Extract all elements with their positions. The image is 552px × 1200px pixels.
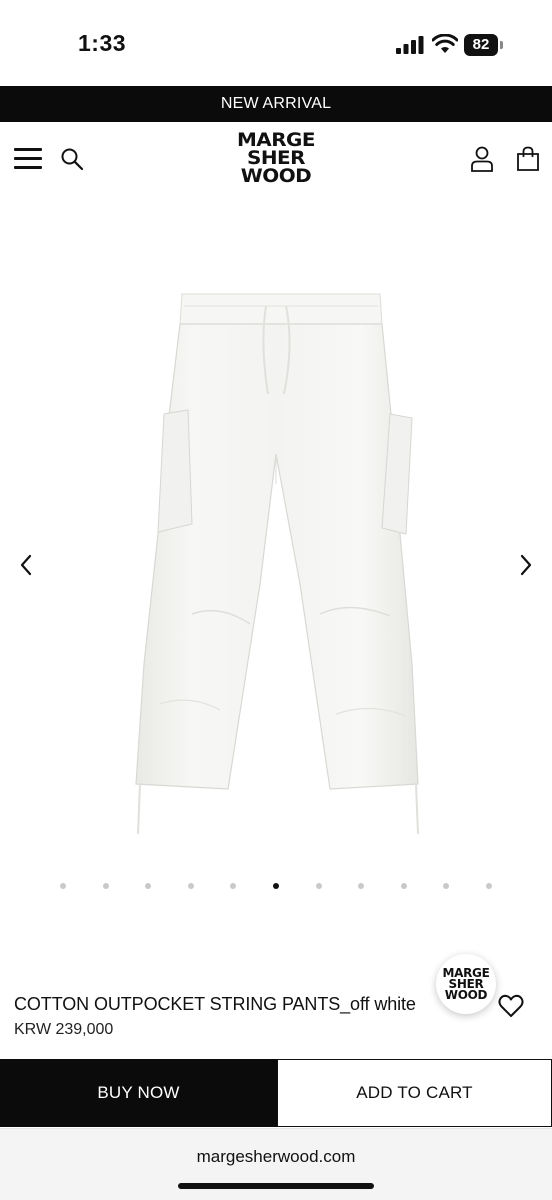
url-text[interactable]: margesherwood.com: [0, 1147, 552, 1167]
gallery-dot[interactable]: [485, 883, 492, 889]
product-price: KRW 239,000: [14, 1021, 114, 1038]
product-name: COTTON OUTPOCKET STRING PANTS_off white: [14, 994, 416, 1014]
browser-url-bar[interactable]: margesherwood.com: [0, 1128, 552, 1200]
menu-icon[interactable]: [14, 148, 42, 170]
wifi-icon: [432, 34, 458, 53]
shopping-bag-icon[interactable]: [516, 146, 540, 172]
chevron-right-icon[interactable]: [514, 550, 538, 580]
battery-level: 82: [464, 34, 498, 56]
chat-logo-line-3: WOOD: [444, 988, 488, 1002]
gallery-dot[interactable]: [145, 883, 152, 889]
gallery-dot[interactable]: [187, 883, 194, 889]
announcement-banner[interactable]: NEW ARRIVAL: [0, 86, 552, 122]
gallery-dot[interactable]: [443, 883, 450, 889]
search-icon[interactable]: [60, 147, 84, 171]
product-gallery[interactable]: [0, 194, 552, 954]
add-to-cart-button[interactable]: ADD TO CART: [277, 1059, 552, 1127]
gallery-dot[interactable]: [102, 883, 109, 889]
brand-logo[interactable]: MARGE SHER WOOD: [226, 131, 326, 187]
heart-icon[interactable]: [498, 994, 524, 1018]
home-indicator[interactable]: [178, 1183, 374, 1189]
battery-icon: 82: [464, 34, 504, 56]
gallery-dot[interactable]: [358, 883, 365, 889]
gallery-dot[interactable]: [60, 883, 66, 889]
site-header: MARGE SHER WOOD: [0, 122, 552, 194]
signal-icon: [396, 36, 424, 54]
status-bar: 1:33 82: [0, 0, 552, 86]
status-time: 1:33: [78, 30, 127, 56]
gallery-dot[interactable]: [315, 883, 322, 889]
buy-now-button[interactable]: BUY NOW: [0, 1059, 277, 1127]
logo-line-3: WOOD: [240, 165, 312, 187]
gallery-dot[interactable]: [400, 883, 407, 889]
gallery-pagination: [60, 880, 492, 892]
user-icon[interactable]: [470, 146, 494, 172]
product-image[interactable]: [100, 284, 452, 854]
gallery-dot[interactable]: [272, 883, 279, 889]
gallery-dot[interactable]: [230, 883, 237, 889]
chat-launcher-button[interactable]: MARGE SHER WOOD: [436, 954, 496, 1014]
chevron-left-icon[interactable]: [14, 550, 38, 580]
